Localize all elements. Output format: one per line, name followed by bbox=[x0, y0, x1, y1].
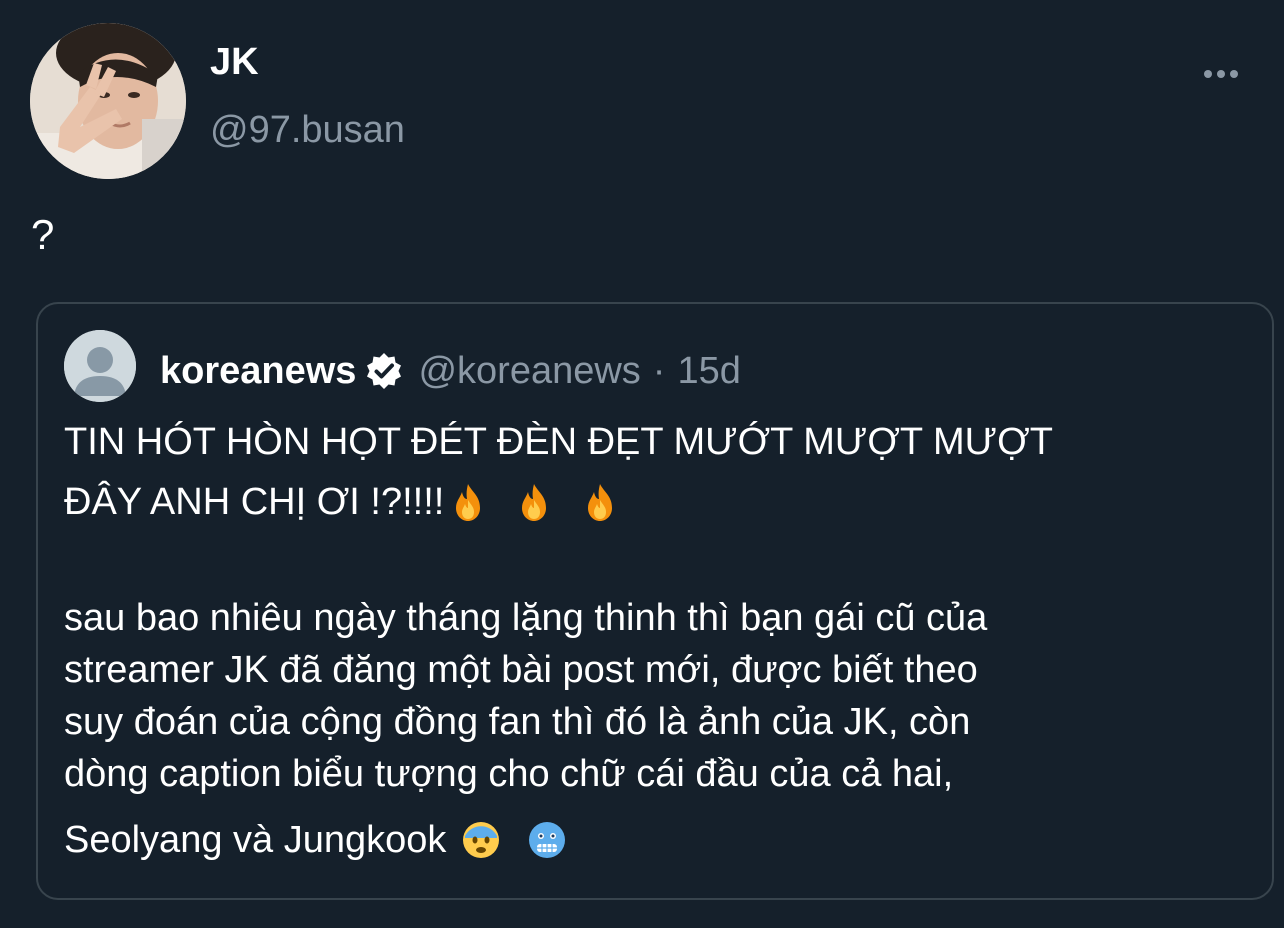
fire-emoji bbox=[522, 484, 547, 521]
quoted-text-line: streamer JK đã đăng một bài post mới, đư… bbox=[64, 649, 978, 691]
quoted-author-avatar[interactable] bbox=[64, 330, 136, 402]
author-handle[interactable]: @97.busan bbox=[210, 108, 405, 152]
quoted-tweet-time[interactable]: 15d bbox=[677, 350, 740, 393]
more-horizontal-icon bbox=[1217, 70, 1225, 78]
quoted-text-line: sau bao nhiêu ngày tháng lặng thinh thì … bbox=[64, 597, 988, 639]
quoted-text-segment: ĐÂY ANH CHỊ ƠI !?!!!! bbox=[64, 481, 445, 523]
tweet-text: ? bbox=[31, 211, 55, 258]
fearful-face-emoji bbox=[462, 822, 499, 858]
avatar-photo bbox=[30, 23, 186, 179]
author-name[interactable]: JK bbox=[210, 40, 259, 84]
quoted-text-line: dòng caption biểu tượng cho chữ cái đầu … bbox=[64, 753, 954, 795]
quoted-text-line: ĐÂY ANH CHỊ ƠI !?!!!! bbox=[64, 476, 1254, 528]
quoted-text-line: Seolyang và Jungkook bbox=[64, 814, 1254, 866]
fire-emojis bbox=[448, 482, 620, 522]
author-avatar[interactable] bbox=[30, 23, 186, 179]
quoted-text-line: TIN HÓT HÒN HỌT ĐÉT ĐÈN ĐẸT MƯỚT MƯỢT MƯ… bbox=[64, 421, 1053, 463]
quoted-tweet-card[interactable]: koreanews @koreanews · 15d TIN HÓT HÒN H… bbox=[36, 302, 1274, 900]
more-options-button[interactable] bbox=[1197, 62, 1245, 86]
verified-badge-icon bbox=[367, 353, 402, 389]
face-emojis bbox=[461, 820, 567, 860]
quoted-text-segment: Seolyang và Jungkook bbox=[64, 819, 447, 861]
fire-emoji bbox=[456, 484, 481, 521]
quoted-author-handle[interactable]: @koreanews bbox=[418, 350, 640, 393]
cold-face-emoji bbox=[528, 822, 565, 858]
quoted-tweet-header: koreanews @koreanews · 15d bbox=[160, 346, 741, 396]
default-profile-icon bbox=[64, 330, 136, 402]
more-horizontal-icon bbox=[1204, 70, 1212, 78]
quoted-text-line: suy đoán của cộng đồng fan thì đó là ảnh… bbox=[64, 701, 971, 743]
more-horizontal-icon bbox=[1230, 70, 1238, 78]
quoted-tweet-text: TIN HÓT HÒN HỌT ĐÉT ĐÈN ĐẸT MƯỚT MƯỢT MƯ… bbox=[64, 416, 1254, 866]
fire-emoji bbox=[588, 484, 613, 521]
separator: · bbox=[652, 349, 666, 392]
quoted-author-name[interactable]: koreanews bbox=[160, 350, 356, 393]
